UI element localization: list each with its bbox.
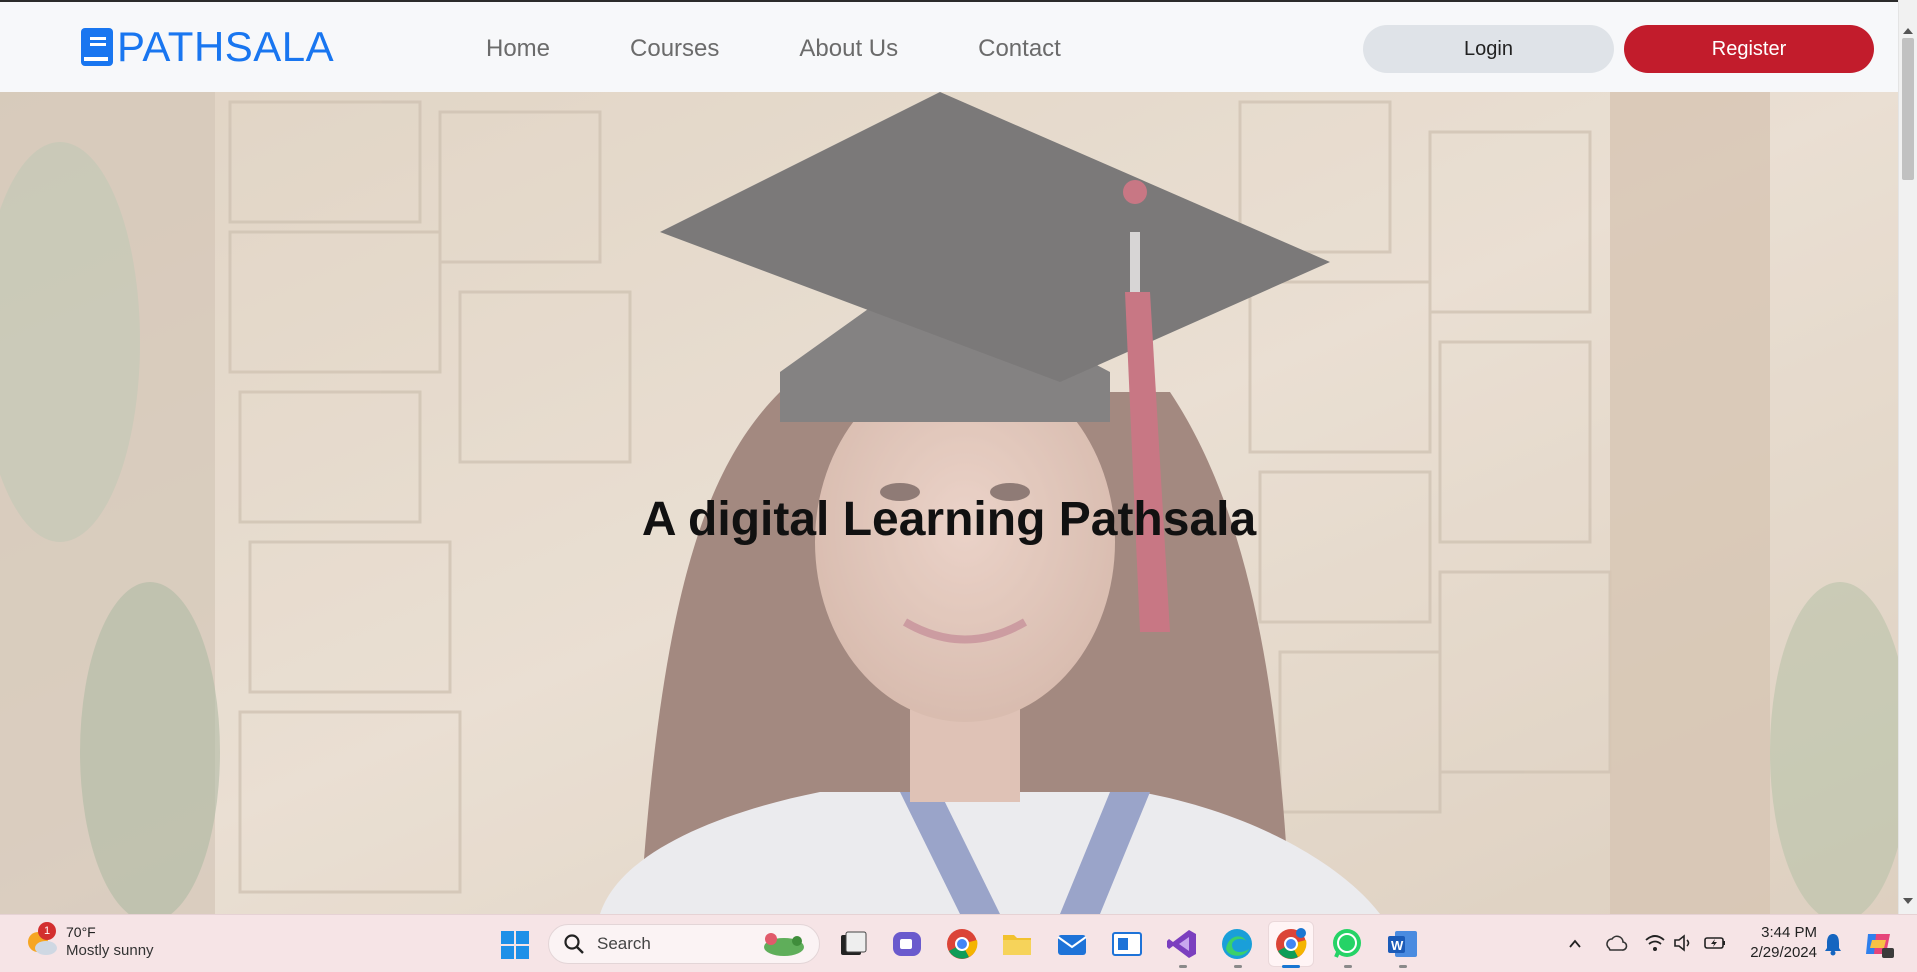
clock-date: 2/29/2024 xyxy=(1750,944,1817,961)
nav-link-home[interactable]: Home xyxy=(486,32,550,66)
brand-logo[interactable]: PATHSALA xyxy=(79,26,334,68)
file-explorer-icon[interactable] xyxy=(1000,927,1034,961)
scroll-down-icon[interactable] xyxy=(1903,898,1913,904)
login-button[interactable]: Login xyxy=(1363,25,1614,73)
page-scrollbar[interactable] xyxy=(1898,0,1917,914)
visual-studio-running-indicator xyxy=(1179,965,1187,968)
clock-time: 3:44 PM xyxy=(1761,924,1817,941)
taskbar-search[interactable]: Search xyxy=(548,924,820,964)
weather-description: Mostly sunny xyxy=(66,942,154,959)
register-button[interactable]: Register xyxy=(1624,25,1874,73)
search-label: Search xyxy=(597,934,651,953)
system-clock[interactable]: 3:44 PM 2/29/2024 xyxy=(1745,923,1817,963)
teams-meet-icon[interactable] xyxy=(890,927,924,961)
edge-icon[interactable] xyxy=(1220,927,1254,961)
nav-link-contact[interactable]: Contact xyxy=(978,32,1061,66)
news-icon[interactable] xyxy=(1110,927,1144,961)
chrome-active-indicator xyxy=(1282,965,1300,968)
scroll-thumb[interactable] xyxy=(1902,38,1914,180)
top-navbar: PATHSALA Home Courses About Us Contact L… xyxy=(0,0,1898,92)
task-view-icon[interactable] xyxy=(836,927,870,961)
hero-banner: A digital Learning Pathsala xyxy=(0,92,1898,914)
wifi-icon[interactable] xyxy=(1643,931,1667,955)
visual-studio-icon[interactable] xyxy=(1165,927,1199,961)
brand-name: PATHSALA xyxy=(117,23,335,70)
volume-icon[interactable] xyxy=(1672,931,1696,955)
hero-title: A digital Learning Pathsala xyxy=(641,493,1257,546)
weather-widget[interactable]: 1 70°F Mostly sunny xyxy=(24,922,154,961)
nav-link-about-us[interactable]: About Us xyxy=(799,32,898,66)
partly-sunny-icon: 1 xyxy=(24,922,60,960)
windows-start-icon[interactable] xyxy=(500,930,530,960)
chrome-icon[interactable] xyxy=(945,927,979,961)
scroll-up-icon[interactable] xyxy=(1903,28,1913,34)
chrome-profile-icon[interactable] xyxy=(1274,927,1308,961)
svg-text:W: W xyxy=(1391,938,1404,953)
whatsapp-running-indicator xyxy=(1344,965,1352,968)
book-icon xyxy=(79,26,115,68)
nav-link-courses[interactable]: Courses xyxy=(630,32,719,66)
battery-icon[interactable] xyxy=(1703,931,1727,955)
word-icon[interactable]: W xyxy=(1385,927,1419,961)
notification-bell-icon[interactable] xyxy=(1822,932,1844,956)
main-nav: Home Courses About Us Contact xyxy=(486,32,1141,66)
copilot-icon[interactable] xyxy=(1862,928,1894,960)
weather-temperature: 70°F xyxy=(66,924,96,940)
edge-running-indicator xyxy=(1234,965,1242,968)
word-running-indicator xyxy=(1399,965,1407,968)
mail-icon[interactable] xyxy=(1055,927,1089,961)
weather-badge: 1 xyxy=(38,922,56,940)
search-highlight-icon xyxy=(764,933,804,956)
windows-taskbar: 1 70°F Mostly sunny Search W 3:44 PM 2/2… xyxy=(0,914,1917,972)
chevron-up-icon[interactable] xyxy=(1568,937,1582,951)
whatsapp-icon[interactable] xyxy=(1330,927,1364,961)
search-icon xyxy=(564,934,584,954)
onedrive-sync-icon[interactable] xyxy=(1604,931,1628,955)
